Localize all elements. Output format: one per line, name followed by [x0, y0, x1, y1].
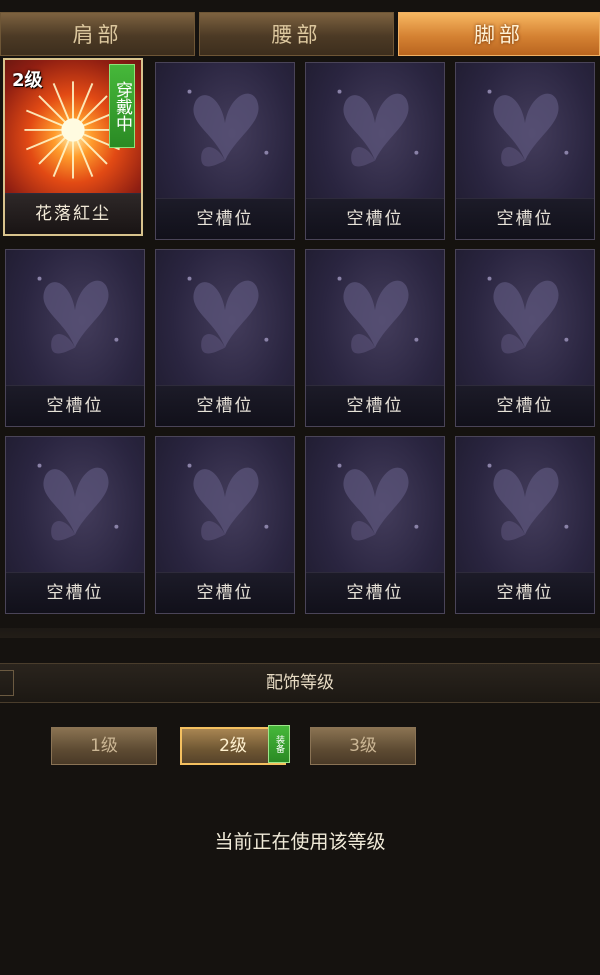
slot-card-empty[interactable]: 空槽位 — [455, 436, 595, 614]
butterfly-icon — [487, 276, 569, 354]
level-button-3[interactable]: 3级 — [310, 727, 416, 765]
butterfly-icon — [37, 276, 119, 354]
butterfly-icon — [337, 463, 419, 541]
slot-card-empty[interactable]: 空槽位 — [155, 62, 295, 240]
butterfly-icon — [487, 463, 569, 541]
slot-card-empty[interactable]: 空槽位 — [455, 249, 595, 427]
butterfly-icon — [337, 276, 419, 354]
slot-card-empty[interactable]: 空槽位 — [305, 436, 445, 614]
level-button-1[interactable]: 1级 — [51, 727, 157, 765]
slot-card-empty[interactable]: 空槽位 — [155, 436, 295, 614]
slot-card-empty[interactable]: 空槽位 — [305, 62, 445, 240]
slot-card-empty[interactable]: 空槽位 — [5, 249, 145, 427]
slot-name: 空槽位 — [306, 572, 444, 613]
status-text: 当前正在使用该等级 — [214, 831, 386, 853]
butterfly-icon — [187, 89, 269, 167]
slot-name: 空槽位 — [6, 572, 144, 613]
level-tag: 2级 — [12, 70, 43, 91]
tab-waist[interactable]: 腰部 — [199, 12, 394, 56]
butterfly-icon — [337, 89, 419, 167]
wearing-badge: 穿戴中 — [109, 64, 135, 148]
slot-name: 空槽位 — [456, 572, 594, 613]
slot-name: 空槽位 — [306, 198, 444, 239]
slot-name: 花落紅尘 — [5, 193, 141, 234]
divider — [0, 628, 600, 638]
level-section-header: 配饰等级 — [0, 663, 600, 703]
slot-card-empty[interactable]: 空槽位 — [155, 249, 295, 427]
butterfly-icon — [187, 463, 269, 541]
level-section-title: 配饰等级 — [266, 673, 334, 693]
slot-name: 空槽位 — [6, 385, 144, 426]
slot-card-empty[interactable]: 空槽位 — [305, 249, 445, 427]
slot-card-empty[interactable]: 空槽位 — [5, 436, 145, 614]
slot-name: 空槽位 — [156, 198, 294, 239]
equipped-badge: 装备 — [268, 725, 290, 763]
tab-shoulder[interactable]: 肩部 — [0, 12, 195, 56]
slot-name: 空槽位 — [156, 572, 294, 613]
slot-name: 空槽位 — [156, 385, 294, 426]
slot-name: 空槽位 — [306, 385, 444, 426]
butterfly-icon — [187, 276, 269, 354]
butterfly-icon — [487, 89, 569, 167]
slot-name: 空槽位 — [456, 385, 594, 426]
slot-name: 空槽位 — [456, 198, 594, 239]
part-tabs: 肩部 腰部 脚部 — [0, 12, 600, 58]
slot-card-equipped[interactable]: 2级 穿戴中 花落紅尘 — [3, 58, 143, 236]
butterfly-icon — [37, 463, 119, 541]
tab-feet[interactable]: 脚部 — [398, 12, 600, 56]
slot-card-empty[interactable]: 空槽位 — [455, 62, 595, 240]
